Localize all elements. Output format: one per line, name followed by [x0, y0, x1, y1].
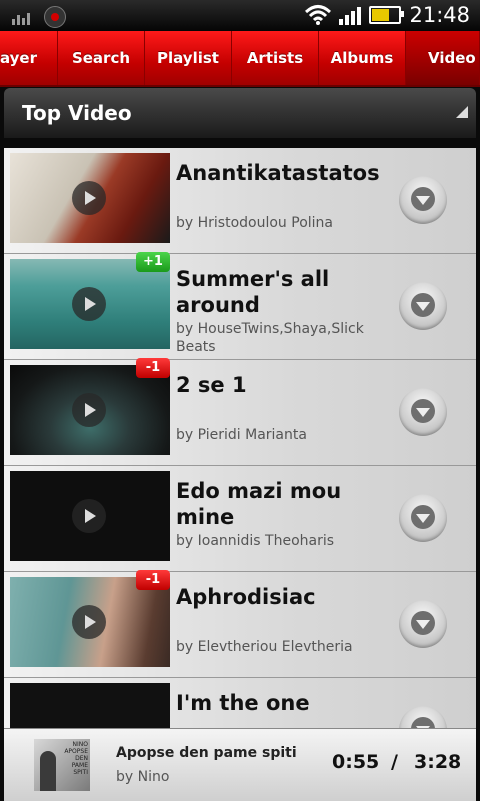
tab-playlist[interactable]: Playlist [145, 31, 232, 85]
status-bar: 21:48 [0, 0, 480, 31]
video-title: I'm the one [176, 691, 310, 715]
elapsed-time: 0:55 [332, 751, 380, 773]
section-header: Top Video [4, 88, 476, 138]
list-item[interactable]: Edo mazi mou mine by Ioannidis Theoharis [4, 466, 476, 572]
video-title: Summer's all around [176, 267, 330, 317]
list-item[interactable]: +1 Summer's all around by HouseTwins,Sha… [4, 252, 476, 360]
play-icon [72, 393, 106, 427]
music-disc-icon [44, 6, 66, 28]
video-title: Edo mazi mou mine [176, 479, 342, 529]
tab-video[interactable]: Video [406, 31, 480, 85]
now-playing-title: Apopse den pame spiti [116, 745, 297, 761]
clock: 21:48 [409, 3, 470, 27]
rank-change-badge: -1 [136, 570, 170, 590]
video-artist: by Elevtheriou Elevtheria [176, 639, 353, 655]
video-artist: by HouseTwins,Shaya,Slick Beats [176, 321, 364, 355]
signal-icon [339, 5, 362, 25]
wifi-icon [305, 4, 332, 26]
video-thumbnail [10, 259, 170, 349]
rank-change-badge: -1 [136, 358, 170, 378]
more-options-button[interactable] [399, 282, 447, 330]
equalizer-icon [12, 9, 34, 25]
video-title: Aphrodisiac [176, 585, 316, 609]
play-icon [72, 499, 106, 533]
now-playing-artist: by Nino [116, 769, 170, 785]
tab-player[interactable]: Player [0, 31, 58, 85]
list-item[interactable]: -1 Aphrodisiac by Elevtheriou Elevtheria [4, 570, 476, 678]
video-thumbnail [10, 365, 170, 455]
video-list: Anantikatastatos by Hristodoulou Polina … [4, 148, 476, 728]
section-title: Top Video [22, 101, 132, 125]
tab-artists[interactable]: Artists [232, 31, 319, 85]
play-icon [72, 181, 106, 215]
rank-change-badge: +1 [136, 252, 170, 272]
video-artist: by Hristodoulou Polina [176, 215, 333, 231]
time-separator: / [391, 751, 398, 773]
play-icon [72, 605, 106, 639]
album-cover: NINO APOPSE DEN PAME SPITI [34, 739, 90, 791]
tab-bar: Player Search Playlist Artists Albums Vi… [0, 31, 480, 87]
tab-search[interactable]: Search [58, 31, 145, 85]
video-thumbnail [10, 471, 170, 561]
list-item[interactable]: -1 2 se 1 by Pieridi Marianta [4, 358, 476, 466]
more-options-button[interactable] [399, 494, 447, 542]
video-title: 2 se 1 [176, 373, 247, 397]
video-artist: by Ioannidis Theoharis [176, 533, 335, 549]
corner-indicator-icon [456, 106, 468, 118]
video-artist: by Pieridi Marianta [176, 427, 307, 443]
list-item[interactable]: I'm the one [4, 678, 476, 728]
more-options-button[interactable] [399, 388, 447, 436]
now-playing-bar[interactable]: NINO APOPSE DEN PAME SPITI Apopse den pa… [4, 728, 476, 801]
more-options-button[interactable] [399, 600, 447, 648]
more-options-button[interactable] [399, 706, 447, 728]
total-duration: 3:28 [414, 751, 462, 773]
video-title: Anantikatastatos [176, 161, 380, 185]
play-icon [72, 287, 106, 321]
video-thumbnail [10, 577, 170, 667]
battery-icon [369, 6, 405, 24]
video-thumbnail [10, 683, 170, 728]
tab-albums[interactable]: Albums [319, 31, 406, 85]
video-thumbnail [10, 153, 170, 243]
more-options-button[interactable] [399, 176, 447, 224]
list-item[interactable]: Anantikatastatos by Hristodoulou Polina [4, 148, 476, 254]
